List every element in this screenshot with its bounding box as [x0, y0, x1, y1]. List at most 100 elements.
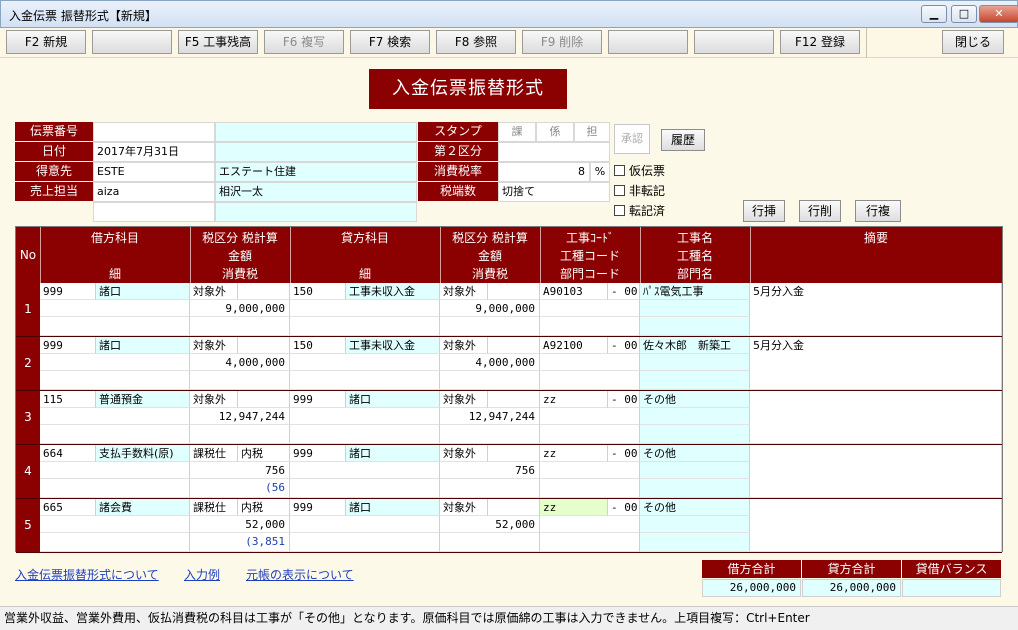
debit-sub-account[interactable]	[40, 300, 190, 317]
posted-checkbox[interactable]: 転記済	[614, 202, 665, 220]
dept-code-field[interactable]	[540, 371, 640, 390]
credit-sub-account[interactable]	[290, 516, 440, 533]
job-type-code-field[interactable]	[540, 408, 640, 425]
debit-sub-account[interactable]	[40, 462, 190, 479]
debit-account-code[interactable]: 115	[40, 391, 96, 408]
debit-sub-account-2[interactable]	[40, 371, 190, 390]
debit-tax-calc[interactable]: 内税	[238, 445, 290, 462]
job-code-field[interactable]: zz	[540, 445, 608, 462]
credit-amount[interactable]: 52,000	[440, 516, 540, 533]
copy-row-button[interactable]: 行複	[855, 200, 901, 222]
f6-copy-button[interactable]: F6 複写	[264, 30, 344, 54]
provisional-checkbox[interactable]: 仮伝票	[614, 162, 665, 180]
debit-tax-division[interactable]: 対象外	[190, 391, 238, 408]
debit-tax-division[interactable]: 対象外	[190, 283, 238, 300]
debit-tax-division[interactable]: 課税仕	[190, 499, 238, 516]
debit-sub-account[interactable]	[40, 408, 190, 425]
debit-tax-calc[interactable]	[238, 337, 290, 354]
dept-code-field[interactable]	[540, 533, 640, 552]
sales-rep-code-field[interactable]: aiza	[93, 182, 215, 202]
delete-row-button[interactable]: 行削	[799, 200, 841, 222]
debit-account-code[interactable]: 665	[40, 499, 96, 516]
about-form-link[interactable]: 入金伝票振替形式について	[15, 566, 159, 583]
debit-tax-calc[interactable]	[238, 283, 290, 300]
debit-sub-account-2[interactable]	[40, 317, 190, 336]
credit-sub-account-2[interactable]	[290, 371, 440, 390]
job-code-field[interactable]: A90103	[540, 283, 608, 300]
dept-code-field[interactable]	[540, 479, 640, 498]
credit-sub-account-2[interactable]	[290, 317, 440, 336]
customer-code-field[interactable]: ESTE	[93, 162, 215, 182]
close-window-button[interactable]: ✕	[979, 5, 1018, 23]
debit-amount[interactable]: 52,000	[190, 516, 290, 533]
debit-sub-account-2[interactable]	[40, 533, 190, 552]
debit-amount[interactable]: 12,947,244	[190, 408, 290, 425]
non-posting-checkbox[interactable]: 非転記	[614, 182, 665, 200]
memo-field[interactable]: 5月分入金	[750, 337, 1002, 390]
header-blank-field[interactable]	[93, 202, 215, 222]
credit-amount[interactable]: 4,000,000	[440, 354, 540, 371]
f7-search-button[interactable]: F7 検索	[350, 30, 430, 54]
job-code-field[interactable]: zz	[540, 391, 608, 408]
credit-tax-division[interactable]: 対象外	[440, 283, 488, 300]
credit-tax-calc[interactable]	[488, 499, 540, 516]
debit-sub-account[interactable]	[40, 354, 190, 371]
job-code-field[interactable]: zz	[540, 499, 608, 516]
close-form-button[interactable]: 閉じる	[942, 30, 1004, 54]
credit-tax-division[interactable]: 対象外	[440, 499, 488, 516]
credit-sub-account-2[interactable]	[290, 533, 440, 552]
memo-field[interactable]: 5月分入金	[750, 283, 1002, 336]
memo-field[interactable]	[750, 391, 1002, 444]
credit-account-code[interactable]: 150	[290, 283, 346, 300]
slip-no-field[interactable]	[93, 122, 215, 142]
f2-new-button[interactable]: F2 新規	[6, 30, 86, 54]
credit-sub-account[interactable]	[290, 462, 440, 479]
credit-sub-account[interactable]	[290, 300, 440, 317]
f10-blank-button[interactable]	[608, 30, 688, 54]
debit-sub-account-2[interactable]	[40, 425, 190, 444]
debit-tax-calc[interactable]	[238, 391, 290, 408]
date-field[interactable]: 2017年7月31日	[93, 142, 215, 162]
job-code-field[interactable]: A92100	[540, 337, 608, 354]
debit-amount[interactable]: 756	[190, 462, 290, 479]
credit-tax-calc[interactable]	[488, 337, 540, 354]
f11-blank-button[interactable]	[694, 30, 774, 54]
f8-reference-button[interactable]: F8 参照	[436, 30, 516, 54]
f5-job-balance-button[interactable]: F5 工事残高	[178, 30, 258, 54]
f9-delete-button[interactable]: F9 削除	[522, 30, 602, 54]
debit-tax-division[interactable]: 課税仕	[190, 445, 238, 462]
job-type-code-field[interactable]	[540, 300, 640, 317]
debit-tax-division[interactable]: 対象外	[190, 337, 238, 354]
rounding-field[interactable]: 切捨て	[498, 182, 610, 202]
credit-sub-account[interactable]	[290, 354, 440, 371]
checkbox-box[interactable]	[614, 205, 625, 216]
history-button[interactable]: 履歴	[661, 129, 705, 151]
job-type-code-field[interactable]	[540, 462, 640, 479]
debit-amount[interactable]: 4,000,000	[190, 354, 290, 371]
credit-sub-account-2[interactable]	[290, 425, 440, 444]
memo-field[interactable]	[750, 499, 1002, 552]
debit-sub-account[interactable]	[40, 516, 190, 533]
credit-tax-calc[interactable]	[488, 445, 540, 462]
credit-tax-division[interactable]: 対象外	[440, 391, 488, 408]
credit-account-code[interactable]: 150	[290, 337, 346, 354]
credit-sub-account[interactable]	[290, 408, 440, 425]
maximize-button[interactable]: □	[951, 5, 977, 23]
input-example-link[interactable]: 入力例	[184, 566, 220, 583]
credit-amount[interactable]: 12,947,244	[440, 408, 540, 425]
tax-rate-field[interactable]: 8	[498, 162, 590, 182]
credit-tax-calc[interactable]	[488, 283, 540, 300]
insert-row-button[interactable]: 行挿	[743, 200, 785, 222]
second-division-field[interactable]	[498, 142, 610, 162]
credit-account-code[interactable]: 999	[290, 445, 346, 462]
ledger-display-link[interactable]: 元帳の表示について	[246, 566, 354, 583]
memo-field[interactable]	[750, 445, 1002, 498]
checkbox-box[interactable]	[614, 165, 625, 176]
debit-account-code[interactable]: 664	[40, 445, 96, 462]
job-type-code-field[interactable]	[540, 354, 640, 371]
credit-sub-account-2[interactable]	[290, 479, 440, 498]
dept-code-field[interactable]	[540, 317, 640, 336]
credit-account-code[interactable]: 999	[290, 391, 346, 408]
credit-tax-division[interactable]: 対象外	[440, 445, 488, 462]
minimize-button[interactable]: ▁	[921, 5, 947, 23]
